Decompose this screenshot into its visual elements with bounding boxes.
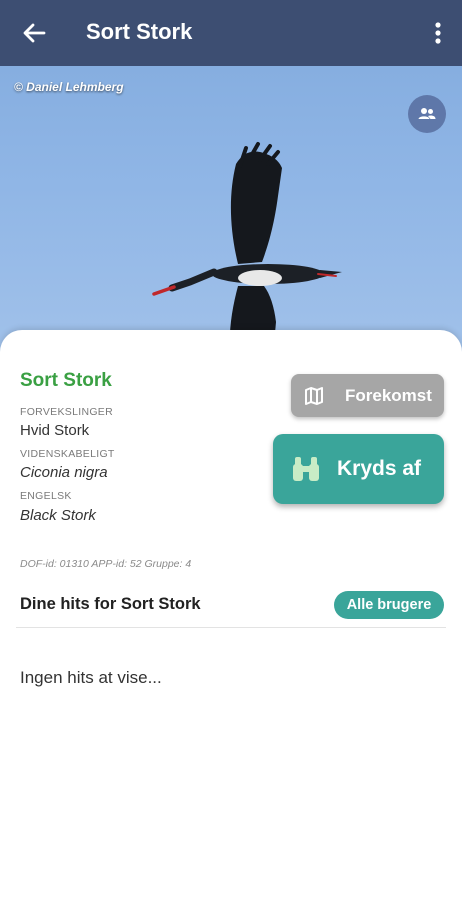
binoculars-icon	[291, 454, 321, 484]
app-bar: Sort Stork	[0, 0, 462, 66]
map-icon	[303, 385, 325, 407]
check-off-button[interactable]: Kryds af	[273, 434, 444, 504]
scientific-name-value: Ciconia nigra	[20, 464, 108, 481]
divider	[16, 627, 446, 628]
english-name-value: Black Stork	[20, 507, 96, 524]
english-name-label: ENGELSK	[20, 490, 72, 502]
species-ids: DOF-id: 01310 APP-id: 52 Gruppe: 4	[20, 558, 192, 570]
occurrence-button[interactable]: Forekomst	[291, 374, 444, 417]
all-users-filter-button[interactable]: Alle brugere	[334, 591, 444, 619]
occurrence-button-label: Forekomst	[345, 385, 432, 405]
confusions-value: Hvid Stork	[20, 422, 90, 439]
photo-credit: © Daniel Lehmberg	[14, 80, 124, 94]
species-name: Sort Stork	[20, 370, 112, 391]
scientific-name-label: VIDENSKABELIGT	[20, 448, 115, 460]
confusions-label: FORVEKSLINGER	[20, 406, 113, 418]
hits-section-title: Dine hits for Sort Stork	[20, 595, 201, 613]
species-photo	[0, 66, 462, 366]
group-icon[interactable]	[408, 95, 446, 133]
overflow-menu-icon[interactable]	[428, 17, 448, 49]
check-off-button-label: Kryds af	[337, 457, 422, 480]
back-arrow-icon[interactable]	[18, 17, 50, 49]
empty-hits-message: Ingen hits at vise...	[20, 668, 162, 687]
page-title: Sort Stork	[86, 19, 193, 44]
